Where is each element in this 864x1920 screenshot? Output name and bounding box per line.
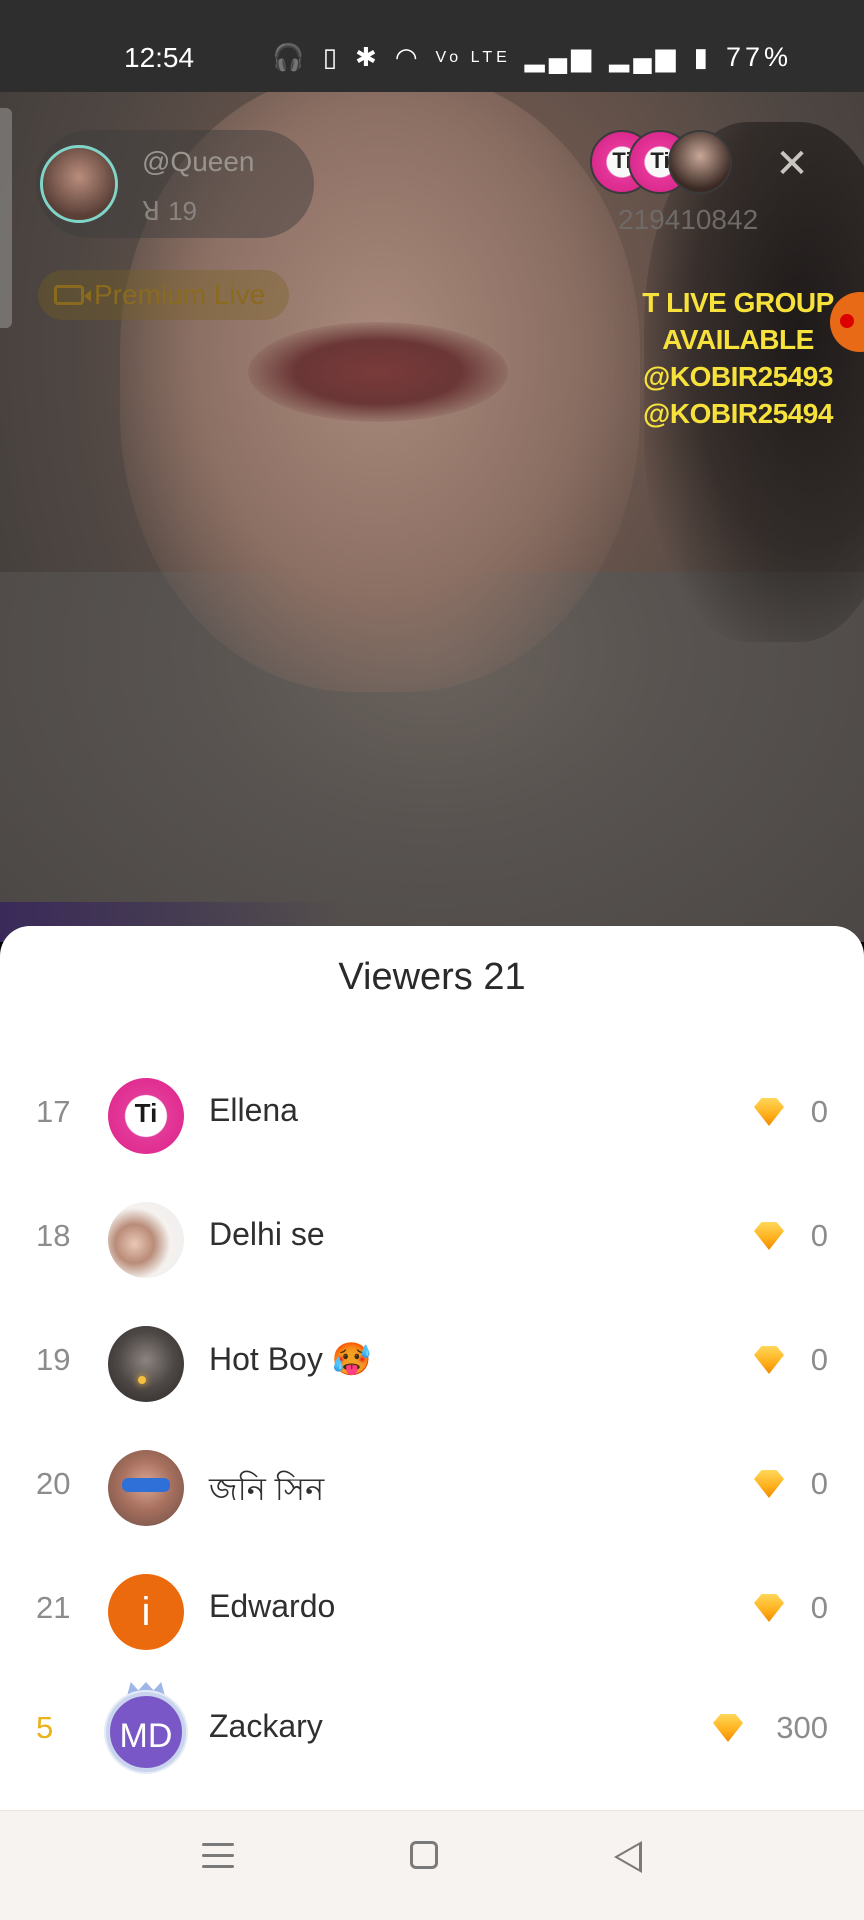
viewer-coins: 0 bbox=[810, 1466, 828, 1501]
viewer-coins: 0 bbox=[810, 1590, 828, 1625]
status-time: 12:54 bbox=[124, 42, 195, 73]
viewer-rank: 18 bbox=[36, 1218, 71, 1253]
status-icons: 🎧 ▯ ✱ ◠ Vo LTE ▂▄▆ ▂▄▆ ▮ 77% bbox=[272, 42, 792, 73]
viewer-coins: 0 bbox=[810, 1342, 828, 1377]
viewer-row-self[interactable]: 5 MD Zackary 300 bbox=[0, 1670, 864, 1794]
signal-icon: ▂▄▆ bbox=[609, 42, 680, 72]
tlive-logo-text: Ti bbox=[134, 1098, 158, 1128]
home-icon[interactable] bbox=[410, 1841, 438, 1869]
diamond-icon bbox=[713, 1714, 743, 1742]
video-camera-icon bbox=[54, 285, 91, 305]
viewer-rank: 5 bbox=[36, 1710, 54, 1745]
promo-line: @KOBIR25494 bbox=[643, 398, 833, 429]
video-lips bbox=[248, 322, 508, 422]
diamond-icon bbox=[754, 1222, 784, 1250]
volte-icon: Vo LTE bbox=[435, 48, 511, 66]
viewer-avatar[interactable]: Ti bbox=[108, 1078, 184, 1154]
status-bar: 12:54 🎧 ▯ ✱ ◠ Vo LTE ▂▄▆ ▂▄▆ ▮ 77% bbox=[0, 0, 864, 92]
back-icon[interactable] bbox=[614, 1841, 642, 1873]
viewer-name: Delhi se bbox=[209, 1216, 325, 1252]
battery-level: 77% bbox=[725, 42, 792, 72]
viewer-name: জনি সিন bbox=[209, 1471, 325, 1507]
close-icon[interactable]: ✕ bbox=[768, 140, 816, 188]
viewer-row[interactable]: 21 i Edwardo 0 bbox=[0, 1550, 864, 1674]
host-viewer-count: ꓤ 19 bbox=[142, 196, 197, 227]
premium-live-badge[interactable]: Premium Live bbox=[38, 270, 290, 320]
promo-overlay: T LIVE GROUP AVAILABLE @KOBIR25493 @KOBI… bbox=[628, 284, 848, 432]
person-icon: ꓤ bbox=[142, 196, 161, 226]
top-viewer-avatar[interactable] bbox=[668, 130, 732, 194]
room-id: 219410842 bbox=[618, 204, 759, 235]
viewer-row[interactable]: 19 Hot Boy 🥵 0 bbox=[0, 1302, 864, 1426]
viewer-coins: 0 bbox=[810, 1094, 828, 1129]
viewer-rank: 21 bbox=[36, 1590, 71, 1625]
viewer-rank: 19 bbox=[36, 1342, 71, 1377]
viewer-coins: 300 bbox=[776, 1710, 828, 1745]
viewer-avatar[interactable] bbox=[108, 1326, 184, 1402]
sheet-title: Viewers 21 bbox=[338, 956, 526, 998]
host-avatar[interactable] bbox=[40, 145, 118, 223]
diamond-icon bbox=[754, 1470, 784, 1498]
viewer-avatar[interactable] bbox=[108, 1450, 184, 1526]
viewer-row[interactable]: 17 Ti Ellena 0 bbox=[0, 1054, 864, 1178]
viewer-row[interactable]: 20 জনি সিন 0 bbox=[0, 1426, 864, 1550]
promo-line: AVAILABLE bbox=[662, 324, 814, 355]
premium-live-label: Premium Live bbox=[94, 279, 266, 310]
side-drawer-handle[interactable] bbox=[0, 108, 12, 328]
system-nav-bar bbox=[0, 1810, 864, 1920]
viewer-avatar[interactable] bbox=[108, 1202, 184, 1278]
viewer-name: Hot Boy 🥵 bbox=[209, 1341, 372, 1377]
promo-line: @KOBIR25493 bbox=[643, 361, 833, 392]
headphones-icon: 🎧 bbox=[272, 42, 309, 72]
viewer-row[interactable]: 18 Delhi se 0 bbox=[0, 1178, 864, 1302]
wifi-icon: ◠ bbox=[394, 42, 422, 72]
viewer-name: Edwardo bbox=[209, 1588, 336, 1624]
viewer-rank: 17 bbox=[36, 1094, 71, 1129]
battery-icon: ▮ bbox=[693, 42, 712, 72]
diamond-icon bbox=[754, 1098, 784, 1126]
host-name: @Queen bbox=[142, 146, 255, 177]
viewer-coins: 0 bbox=[810, 1218, 828, 1253]
recents-menu-icon[interactable] bbox=[202, 1843, 234, 1871]
host-viewer-count-value: 19 bbox=[168, 196, 197, 226]
bluetooth-icon: ✱ bbox=[355, 42, 381, 72]
vibrate-icon: ▯ bbox=[322, 42, 342, 72]
viewer-name: Ellena bbox=[209, 1092, 298, 1128]
diamond-icon bbox=[754, 1346, 784, 1374]
signal-icon: ▂▄▆ bbox=[524, 42, 596, 72]
viewer-rank: 20 bbox=[36, 1466, 71, 1501]
diamond-icon bbox=[754, 1594, 784, 1622]
promo-line: T LIVE GROUP bbox=[642, 287, 834, 318]
viewer-name: Zackary bbox=[209, 1708, 323, 1744]
viewer-avatar[interactable]: MD bbox=[106, 1692, 186, 1772]
viewer-avatar[interactable]: i bbox=[108, 1574, 184, 1650]
